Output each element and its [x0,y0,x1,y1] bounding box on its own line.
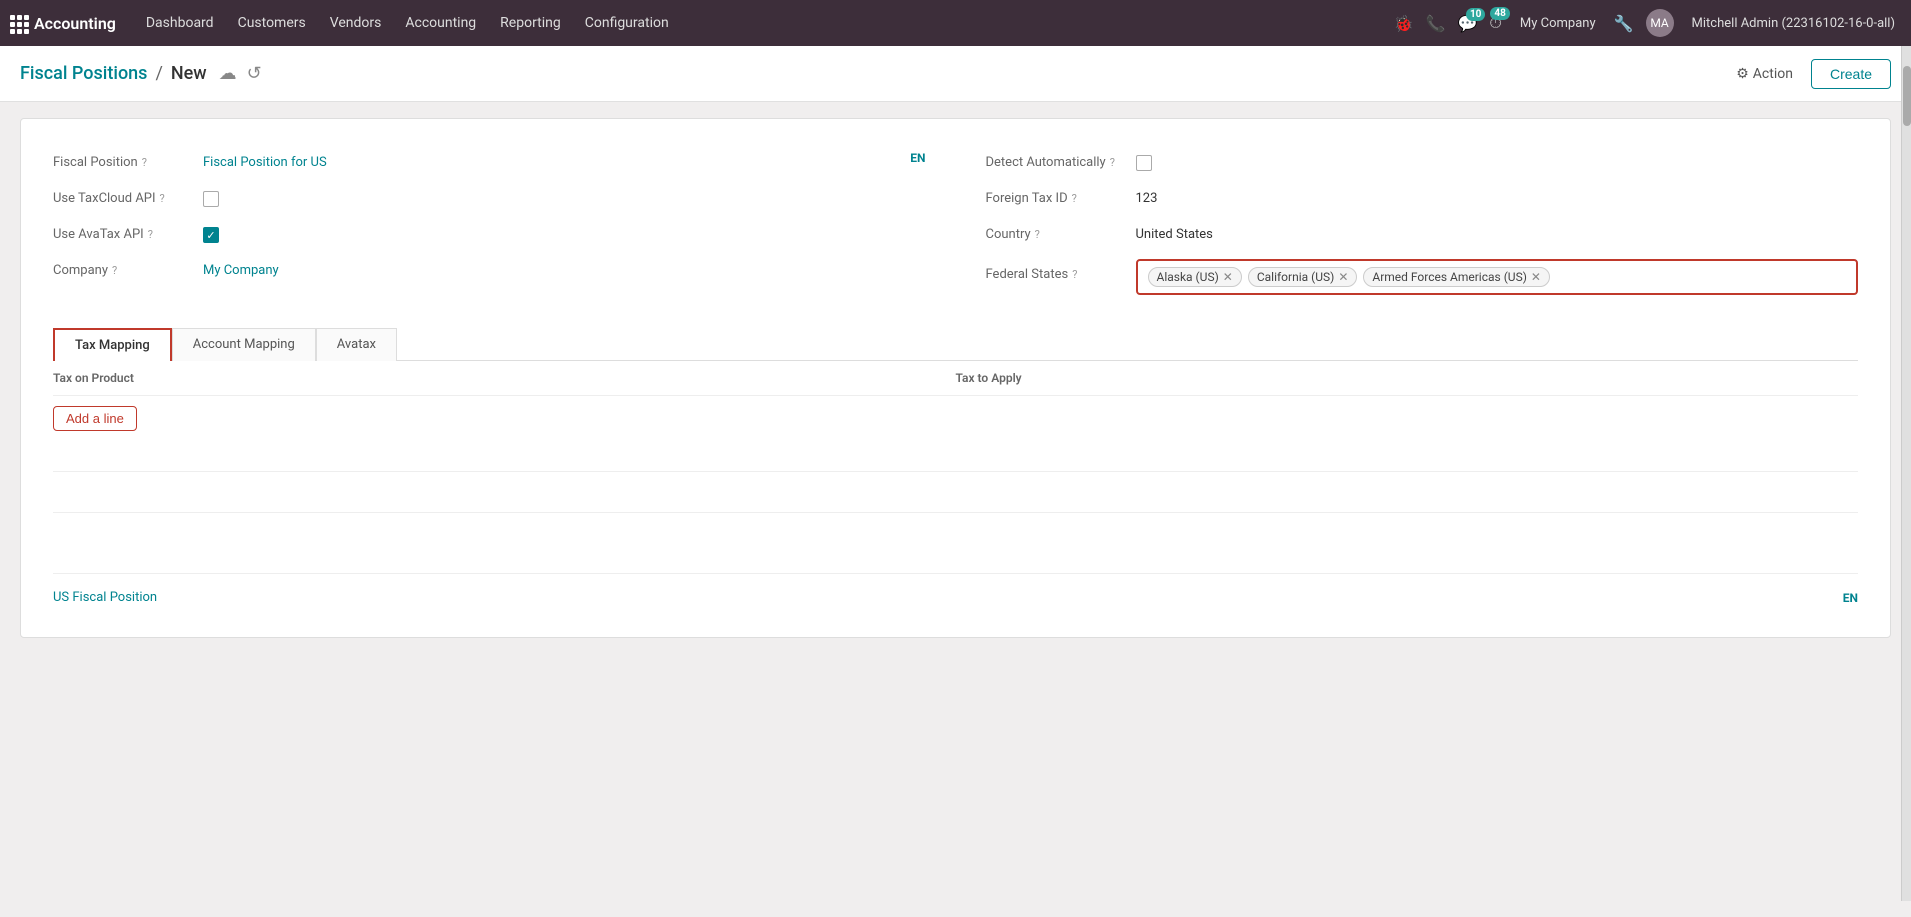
fiscal-position-value[interactable]: Fiscal Position for US [203,151,892,170]
country-value: United States [1136,223,1859,242]
country-row: Country ? United States [986,215,1859,251]
fiscal-position-row: Fiscal Position ? Fiscal Position for US… [53,143,926,179]
main-content: Fiscal Position ? Fiscal Position for US… [0,118,1911,917]
state-tag-alaska[interactable]: Alaska (US) ✕ [1148,267,1242,287]
footer-section: US Fiscal Position EN [53,573,1858,613]
tab-tax-mapping[interactable]: Tax Mapping [53,328,172,361]
footer-lang[interactable]: EN [1843,591,1858,605]
detect-auto-row: Detect Automatically ? [986,143,1859,179]
add-line-button[interactable]: Add a line [53,406,137,431]
company-help[interactable]: ? [112,264,117,277]
tab-account-mapping[interactable]: Account Mapping [172,328,316,361]
grid-icon [10,15,26,31]
federal-states-field[interactable]: Alaska (US) ✕ California (US) ✕ Armed Fo… [1136,259,1859,295]
col-tax-to-apply: Tax to Apply [956,371,1859,385]
avatax-help[interactable]: ? [148,228,153,241]
save-cloud-icon[interactable]: ☁ [219,63,237,84]
foreign-tax-id-label: Foreign Tax ID ? [986,187,1126,206]
app-name[interactable]: Accounting [34,14,116,33]
federal-states-row: Federal States ? Alaska (US) ✕ Californi… [986,251,1859,303]
nav-vendors[interactable]: Vendors [320,11,392,35]
breadcrumb-separator: / [155,63,162,84]
fiscal-position-lang[interactable]: EN [910,151,925,165]
action-label: Action [1753,66,1793,82]
divider-2 [53,512,1858,513]
bug-icon[interactable]: 🐞 [1394,14,1414,33]
state-tag-california[interactable]: California (US) ✕ [1248,267,1358,287]
remove-california[interactable]: ✕ [1338,270,1348,284]
company-label: Company ? [53,259,193,278]
detect-auto-checkbox[interactable] [1136,155,1152,171]
wrench-icon[interactable]: 🔧 [1614,14,1634,33]
gear-icon: ⚙ [1736,66,1749,82]
tabs-row: Tax Mapping Account Mapping Avatax [53,327,1858,361]
col-tax-on-product: Tax on Product [53,371,956,385]
phone-icon[interactable]: 📞 [1426,14,1446,33]
scrollbar[interactable] [1901,46,1911,901]
federal-states-label: Federal States ? [986,259,1126,282]
form-grid: Fiscal Position ? Fiscal Position for US… [53,143,1858,303]
reset-icon[interactable]: ↺ [247,63,262,84]
taxcloud-checkbox[interactable] [203,191,219,207]
detect-auto-help[interactable]: ? [1110,156,1115,169]
avatax-label: Use AvaTax API ? [53,223,193,242]
country-label: Country ? [986,223,1126,242]
remove-alaska[interactable]: ✕ [1223,270,1233,284]
avatax-checkbox[interactable]: ✓ [203,227,219,243]
app-logo[interactable]: Accounting [10,14,126,33]
taxcloud-row: Use TaxCloud API ? [53,179,926,215]
nav-dashboard[interactable]: Dashboard [136,11,224,35]
taxcloud-help[interactable]: ? [160,192,165,205]
user-name[interactable]: Mitchell Admin (22316102-16-0-all) [1692,16,1895,31]
fiscal-position-help[interactable]: ? [142,156,147,169]
foreign-tax-id-help[interactable]: ? [1072,192,1077,205]
footer-label: US Fiscal Position [53,590,157,605]
scrollbar-thumb[interactable] [1903,66,1911,126]
create-button[interactable]: Create [1811,59,1891,89]
tab-avatax[interactable]: Avatax [316,328,397,361]
table-header: Tax on Product Tax to Apply [53,361,1858,396]
chat-badge: 10 [1466,8,1485,21]
foreign-tax-id-value: 123 [1136,187,1859,206]
breadcrumb-bar: Fiscal Positions / New ☁ ↺ ⚙ Action Crea… [0,46,1911,102]
taxcloud-label: Use TaxCloud API ? [53,187,193,206]
nav-customers[interactable]: Customers [228,11,316,35]
country-help[interactable]: ? [1035,228,1040,241]
company-value[interactable]: My Company [203,259,926,278]
state-tag-armed-forces[interactable]: Armed Forces Americas (US) ✕ [1363,267,1550,287]
nav-accounting[interactable]: Accounting [395,11,486,35]
breadcrumb-fiscal-positions[interactable]: Fiscal Positions [20,63,147,84]
company-row: Company ? My Company [53,251,926,287]
detect-auto-label: Detect Automatically ? [986,151,1126,170]
nav-reporting[interactable]: Reporting [490,11,571,35]
clock-icon[interactable]: ⏱ 48 [1489,13,1501,33]
breadcrumb-new: New [171,63,207,84]
company-name[interactable]: My Company [1520,16,1596,31]
fiscal-position-label: Fiscal Position ? [53,151,193,170]
nav-configuration[interactable]: Configuration [575,11,679,35]
topnav-icons: 🐞 📞 💬 10 ⏱ 48 My Company 🔧 MA Mitchell A… [1394,9,1901,37]
top-navigation: Accounting Dashboard Customers Vendors A… [0,0,1911,46]
chat-icon[interactable]: 💬 10 [1458,14,1478,33]
avatax-row: Use AvaTax API ? ✓ [53,215,926,251]
user-avatar[interactable]: MA [1646,9,1674,37]
form-card: Fiscal Position ? Fiscal Position for US… [20,118,1891,638]
foreign-tax-id-row: Foreign Tax ID ? 123 [986,179,1859,215]
clock-badge: 48 [1490,7,1509,20]
remove-armed-forces[interactable]: ✕ [1531,270,1541,284]
action-button[interactable]: ⚙ Action [1726,60,1803,88]
federal-states-help[interactable]: ? [1072,268,1077,281]
